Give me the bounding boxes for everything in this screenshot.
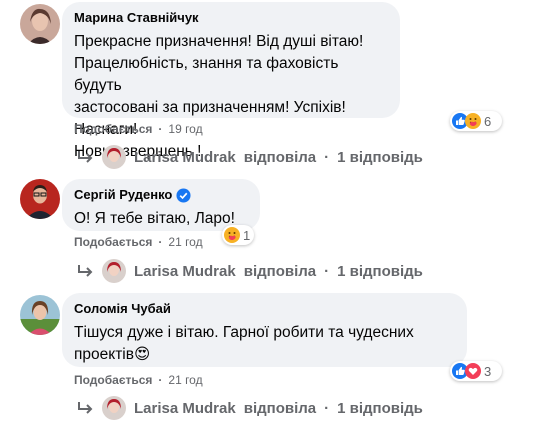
reply-verb: відповіла (243, 262, 317, 280)
separator: · (324, 399, 330, 417)
comment: Соломія Чубай Тішуся дуже і вітаю. Гарно… (0, 290, 553, 426)
avatar (102, 259, 126, 283)
comment-bubble: Сергій Руденко О! Я тебе вітаю, Ларо! (62, 179, 260, 231)
reply-author: Larisa Mudrak (134, 399, 236, 417)
reply-count: 1 відповідь (337, 399, 423, 417)
reply-author: Larisa Mudrak (134, 262, 236, 280)
comment-bubble: Соломія Чубай Тішуся дуже і вітаю. Гарно… (62, 293, 467, 367)
verified-badge-icon (176, 187, 191, 203)
comment-text: Прекрасне призначення! Від душі вітаю! П… (74, 33, 364, 160)
reply-author: Larisa Mudrak (134, 148, 236, 166)
like-button[interactable]: Подобається (74, 372, 152, 388)
comment-timestamp[interactable]: 19 год (168, 121, 202, 137)
reaction-summary[interactable]: 1 (222, 225, 254, 245)
comment-actions: Подобається · 19 год (74, 121, 203, 137)
reply-count: 1 відповідь (337, 262, 423, 280)
avatar[interactable] (20, 179, 60, 219)
comment-text: О! Я тебе вітаю, Ларо! (74, 210, 235, 227)
comment-actions: Подобається · 21 год (74, 234, 203, 250)
like-button[interactable]: Подобається (74, 121, 152, 137)
like-button[interactable]: Подобається (74, 234, 152, 250)
reply-arrow-icon (78, 402, 93, 414)
avatar (102, 396, 126, 420)
reaction-summary[interactable]: 6 (450, 111, 502, 131)
reaction-count: 1 (243, 227, 251, 243)
avatar[interactable] (20, 4, 60, 44)
replies-link[interactable]: Larisa Mudrak відповіла · 1 відповідь (76, 145, 423, 169)
reply-arrow-icon (78, 151, 93, 163)
separator: · (158, 235, 163, 249)
reply-arrow-icon (78, 265, 93, 277)
separator: · (158, 373, 163, 387)
love-icon (465, 363, 481, 379)
separator: · (158, 122, 163, 136)
reply-verb: відповіла (243, 399, 317, 417)
comment-author[interactable]: Соломія Чубай (74, 301, 171, 317)
reaction-summary[interactable]: 3 (450, 361, 502, 381)
comment-timestamp[interactable]: 21 год (168, 234, 202, 250)
comment-actions: Подобається · 21 год (74, 372, 203, 388)
comment-bubble: Марина Ставнійчук Прекрасне призначення!… (62, 2, 400, 160)
separator: · (324, 148, 330, 166)
avatar[interactable] (20, 295, 60, 335)
avatar (102, 145, 126, 169)
replies-link[interactable]: Larisa Mudrak відповіла · 1 відповідь (76, 396, 423, 420)
care-icon (465, 113, 481, 129)
replies-link[interactable]: Larisa Mudrak відповіла · 1 відповідь (76, 259, 423, 283)
care-icon (224, 227, 240, 243)
reaction-count: 3 (484, 363, 492, 379)
author-row: Сергій Руденко (74, 187, 191, 203)
comment-timestamp[interactable]: 21 год (168, 372, 202, 388)
reply-count: 1 відповідь (337, 148, 423, 166)
comment-author[interactable]: Марина Ставнійчук (74, 10, 199, 26)
comment-text: Тішуся дуже і вітаю. Гарної робити та чу… (74, 324, 414, 363)
comment: Сергій Руденко О! Я тебе вітаю, Ларо! 1 … (0, 172, 553, 290)
comment-author[interactable]: Сергій Руденко (74, 187, 172, 203)
reaction-count: 6 (484, 113, 492, 129)
separator: · (324, 262, 330, 280)
comment: Марина Ставнійчук Прекрасне призначення!… (0, 0, 553, 170)
reply-verb: відповіла (243, 148, 317, 166)
